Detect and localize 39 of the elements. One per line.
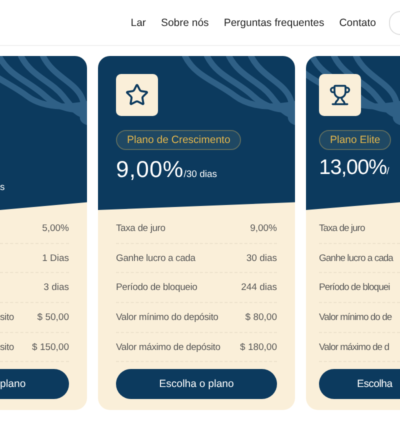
row-label: sito: [0, 342, 14, 353]
trophy-icon: [329, 84, 351, 106]
nav-link[interactable]: Perguntas frequentes: [224, 16, 324, 28]
nav-link[interactable]: Lar: [130, 16, 146, 28]
plan-badge: Plano de Crescimento: [116, 130, 242, 150]
row-label: Período de bloquei: [319, 282, 390, 294]
period-text: s: [0, 182, 5, 193]
period-text: /30 dias: [184, 169, 217, 180]
choose-plan-button[interactable]: plano: [0, 369, 69, 400]
row-value: 9,00%: [250, 222, 277, 234]
row-value: $ 150,00: [32, 342, 69, 353]
row-label: Valor mínimo do depósito: [116, 312, 218, 323]
row-label: Período de bloqueio: [116, 282, 198, 294]
choose-plan-button[interactable]: Escolha: [319, 369, 400, 400]
row-label: Taxa de juro: [319, 222, 365, 234]
rate-text: 9,00%: [116, 156, 184, 183]
row-value: 5,00%: [42, 222, 69, 234]
row-value: 30 dias: [246, 252, 277, 264]
row-value: 1 Dias: [42, 252, 69, 264]
row-label: Taxa de juro: [116, 222, 166, 234]
plan-badge: Plano Elite: [319, 130, 392, 150]
row-value: $ 180,00: [240, 342, 277, 353]
row-label: Valor mínimo do de: [319, 312, 392, 323]
row-value: $ 80,00: [245, 312, 277, 323]
row-label: Valor máximo de depósito: [116, 342, 220, 353]
row-value: 3 dias: [44, 282, 69, 294]
row-label: sito: [0, 312, 14, 323]
nav-link[interactable]: Sobre nós: [160, 16, 209, 28]
row-label: Valor máximo de d: [319, 342, 389, 353]
period-text: /: [386, 166, 390, 177]
row-label: Ganhe lucro a cada: [116, 252, 196, 264]
row-label: Ganhe lucro a cada: [319, 252, 393, 264]
star-icon: [125, 83, 149, 107]
nav-button[interactable]: [389, 10, 400, 34]
row-value: $ 50,00: [37, 312, 69, 323]
row-value: 244 dias: [241, 282, 277, 294]
nav-link[interactable]: Contato: [339, 16, 376, 28]
choose-plan-button[interactable]: Escolha o plano: [116, 369, 277, 400]
rate-text: 13,00%: [319, 156, 387, 180]
